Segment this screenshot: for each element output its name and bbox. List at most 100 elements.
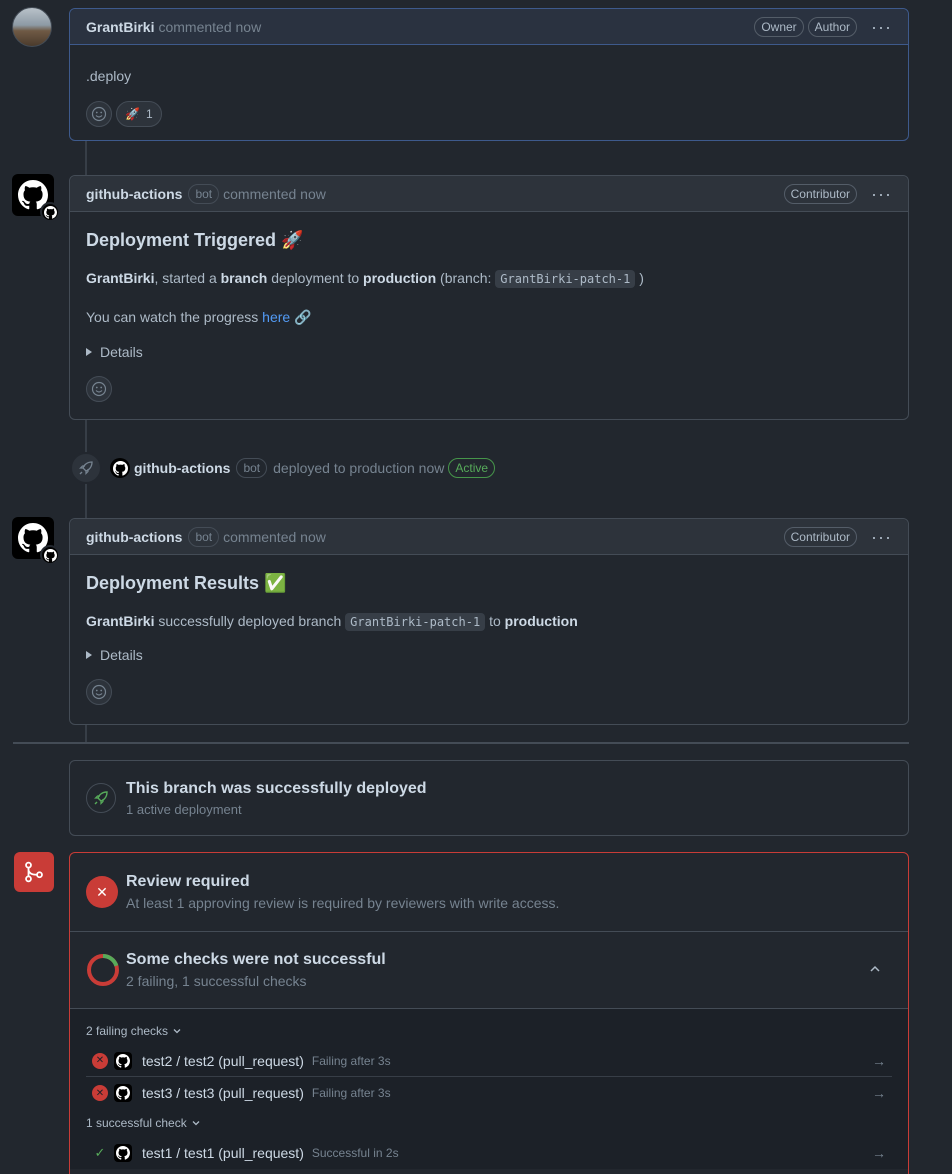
deployment-status-box: This branch was successfully deployed 1 … <box>69 760 909 836</box>
text-fragment: (branch: <box>436 270 496 286</box>
more-options-icon[interactable]: ··· <box>871 185 892 203</box>
comment-header: GrantBirki commented now Owner Author ··… <box>70 9 908 45</box>
comment-author[interactable]: GrantBirki <box>86 19 154 35</box>
rocket-emoji: 🚀 <box>125 107 140 121</box>
triangle-right-icon <box>86 348 92 356</box>
x-circle-icon: ✕ <box>92 1085 108 1101</box>
bot-label: bot <box>236 458 268 478</box>
git-merge-icon <box>14 852 54 892</box>
contributor-label: Contributor <box>783 183 858 204</box>
chevron-down-icon <box>173 1029 181 1034</box>
link-emoji: 🔗 <box>290 309 312 325</box>
more-options-icon[interactable]: ··· <box>871 18 892 36</box>
x-circle-icon: ✕ <box>92 1052 108 1069</box>
rocket-icon <box>86 783 116 813</box>
failing-checks-toggle[interactable]: 2 failing checks <box>86 1017 892 1045</box>
deploy-result-text: GrantBirki successfully deployed branch … <box>86 610 892 633</box>
environment-name: production <box>363 270 437 286</box>
check-row[interactable]: ✓ test1 / test1 (pull_request) Successfu… <box>86 1137 892 1169</box>
more-options-icon[interactable]: ··· <box>871 528 892 546</box>
arrow-right-icon[interactable]: → <box>872 1145 886 1161</box>
bot-label: bot <box>188 526 220 547</box>
text-fragment: , started a <box>154 270 221 286</box>
avatar-github-actions[interactable] <box>12 517 60 565</box>
environment-name: production <box>504 613 578 629</box>
arrow-right-icon[interactable]: → <box>872 1053 886 1069</box>
details-toggle[interactable]: Details <box>86 344 892 360</box>
progress-text: You can watch the progress here 🔗 <box>86 306 892 328</box>
contributor-label: Contributor <box>783 526 858 547</box>
avatar-github-actions[interactable] <box>12 174 60 222</box>
progress-link[interactable]: here <box>262 309 290 325</box>
github-logo-icon <box>112 460 128 476</box>
rocket-icon <box>70 452 102 484</box>
author-label: Author <box>807 16 858 37</box>
comment-heading: Deployment Triggered 🚀 <box>86 230 304 250</box>
text-fragment: deployment to <box>267 270 364 286</box>
checks-subtitle: 2 failing, 1 successful checks <box>126 973 307 989</box>
event-actor[interactable]: github-actions <box>134 460 230 476</box>
checks-list: 2 failing checks ✕ test2 / test2 (pull_r… <box>70 1009 908 1169</box>
check-row[interactable]: ✕ test2 / test2 (pull_request) Failing a… <box>86 1045 892 1077</box>
checks-donut-icon <box>87 954 119 986</box>
deploy-started-text: GrantBirki, started a branch deployment … <box>86 267 892 290</box>
chevron-up-icon[interactable] <box>868 962 882 979</box>
add-reaction-button[interactable] <box>86 679 112 705</box>
branch-code: GrantBirki-patch-1 <box>345 613 486 631</box>
check-status: Failing after 3s <box>311 1086 391 1100</box>
comment-deployment-results: github-actions bot commented now Contrib… <box>69 518 909 725</box>
rocket-reaction[interactable]: 🚀 1 <box>116 101 162 127</box>
github-logo-icon <box>114 1051 132 1070</box>
check-icon: ✓ <box>94 1145 106 1160</box>
add-reaction-button[interactable] <box>86 101 112 127</box>
comment-header: github-actions bot commented now Contrib… <box>70 176 908 212</box>
text-fragment: successfully deployed branch <box>154 613 346 629</box>
check-name: test3 / test3 (pull_request) <box>142 1085 304 1101</box>
add-reaction-button[interactable] <box>86 376 112 402</box>
triangle-right-icon <box>86 651 92 659</box>
app-badge-icon <box>40 545 60 565</box>
merge-box: ✕ Review required At least 1 approving r… <box>69 852 909 1174</box>
github-actions-avatar[interactable] <box>110 458 130 478</box>
details-label: Details <box>100 344 143 360</box>
comment-header: github-actions bot commented now Contrib… <box>70 519 908 555</box>
comment-heading: Deployment Results ✅ <box>86 573 287 593</box>
reaction-count: 1 <box>145 107 153 121</box>
owner-label: Owner <box>754 16 804 37</box>
details-toggle[interactable]: Details <box>86 647 892 663</box>
event-text: deployed to production now <box>273 460 445 476</box>
avatar-grantbirki[interactable] <box>12 7 52 47</box>
comment-author[interactable]: github-actions <box>86 186 182 202</box>
comment-deployment-triggered: github-actions bot commented now Contrib… <box>69 175 909 420</box>
review-subtitle: At least 1 approving review is required … <box>126 895 560 911</box>
review-title: Review required <box>126 873 250 890</box>
arrow-right-icon[interactable]: → <box>872 1085 886 1101</box>
bot-label: bot <box>188 183 220 204</box>
comment-timestamp[interactable]: commented now <box>223 186 326 202</box>
text-fragment: to <box>485 613 505 629</box>
deploy-event: github-actions bot deployed to productio… <box>110 458 496 478</box>
smiley-icon <box>91 381 107 397</box>
smiley-icon <box>91 684 107 700</box>
check-status: Successful in 2s <box>311 1146 399 1160</box>
comment-timestamp[interactable]: commented now <box>158 19 261 35</box>
active-badge: Active <box>448 458 496 478</box>
app-badge-icon <box>40 202 60 222</box>
github-logo-icon <box>114 1144 132 1162</box>
check-row[interactable]: ✕ test3 / test3 (pull_request) Failing a… <box>86 1077 892 1109</box>
deploy-status-title: This branch was successfully deployed <box>126 779 427 797</box>
successful-checks-label: 1 successful check <box>86 1116 187 1130</box>
branch-code: GrantBirki-patch-1 <box>495 270 636 288</box>
deploy-status-subtitle[interactable]: 1 active deployment <box>126 802 427 817</box>
comment-author[interactable]: github-actions <box>86 529 182 545</box>
comment-body-text: .deploy <box>86 68 132 84</box>
successful-checks-toggle[interactable]: 1 successful check <box>86 1109 892 1137</box>
checks-summary-section[interactable]: Some checks were not successful 2 failin… <box>70 932 908 1009</box>
comment-timestamp[interactable]: commented now <box>223 529 326 545</box>
failing-checks-label: 2 failing checks <box>86 1024 169 1038</box>
user-mention: GrantBirki <box>86 613 155 629</box>
github-logo-icon <box>114 1084 132 1102</box>
user-mention: GrantBirki <box>86 270 155 286</box>
smiley-icon <box>91 106 107 122</box>
comment-deploy: GrantBirki commented now Owner Author ··… <box>69 8 909 141</box>
